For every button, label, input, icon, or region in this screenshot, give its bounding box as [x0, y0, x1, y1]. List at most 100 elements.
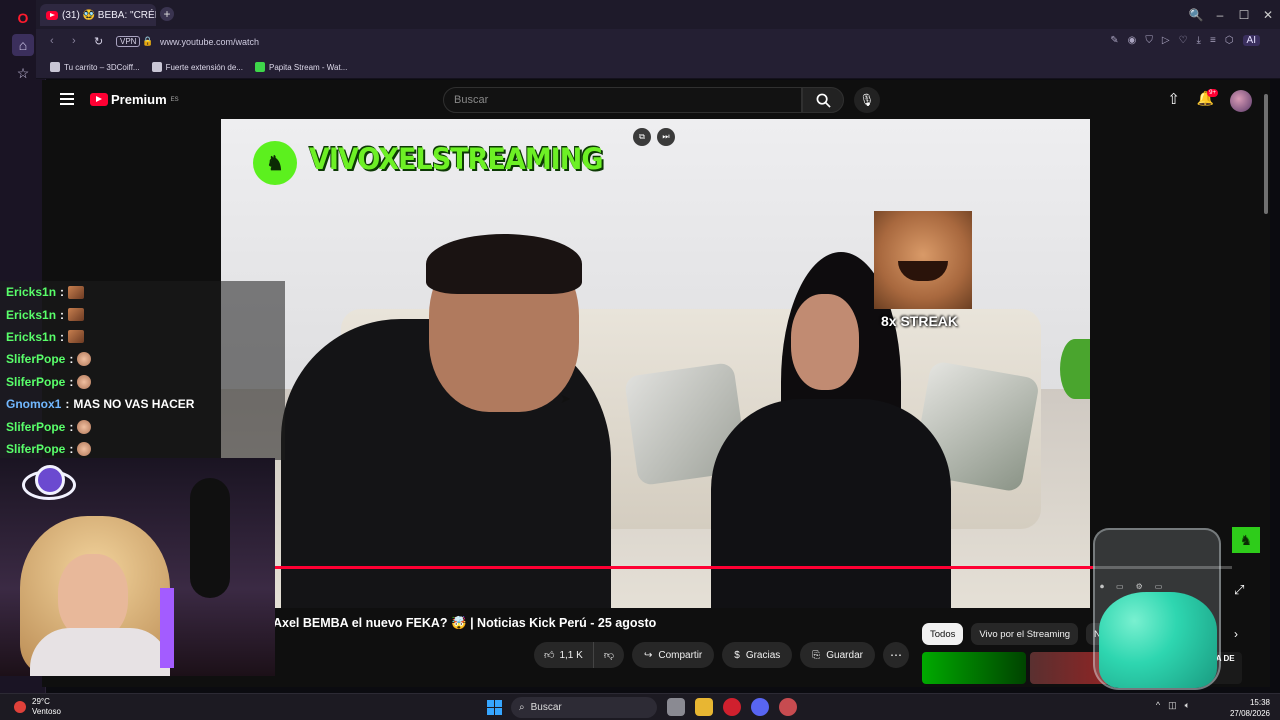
search-button[interactable]	[802, 87, 844, 113]
chip-vivo[interactable]: Vivo por el Streaming	[971, 623, 1079, 645]
upload-icon[interactable]: ⇧	[1167, 90, 1180, 108]
chat-separator: :	[60, 307, 65, 322]
hamburger-menu-icon[interactable]	[60, 93, 74, 105]
tab-youtube[interactable]: (31) 🥸 BEBA: "CRÉEM	[40, 4, 156, 26]
vpn-badge[interactable]: VPN	[116, 36, 141, 47]
download-icon[interactable]: ⤓	[1197, 35, 1201, 46]
chat-username: SliferPope	[6, 419, 66, 434]
chat-message: SliferPope:	[0, 415, 285, 438]
opera-icon[interactable]	[723, 698, 741, 716]
chat-emote-icon	[77, 441, 92, 456]
home-icon[interactable]: ⌂	[12, 34, 34, 56]
chat-username: Ericks1n	[6, 329, 57, 344]
taskbar-apps	[667, 698, 797, 716]
forward-icon[interactable]: ›	[72, 35, 76, 47]
bookmark-item[interactable]: Fuerte extensión de...	[151, 62, 243, 72]
ai-button[interactable]: AI	[1242, 35, 1260, 46]
avatar[interactable]	[1230, 90, 1252, 112]
bookmark-item[interactable]: Papita Stream - Wat...	[254, 62, 347, 72]
jar-fill	[1099, 592, 1217, 688]
like-count: 1,1 K	[559, 649, 583, 661]
heart-icon[interactable]: ♡	[1179, 35, 1188, 46]
close-button[interactable]: ✕	[1256, 8, 1280, 22]
search-tabs-icon[interactable]: 🔍	[1184, 8, 1208, 22]
like-dislike-group: 👍︎ 1,1 K 👎︎	[534, 642, 624, 668]
thumbnail[interactable]	[922, 652, 1026, 684]
chat-username: Ericks1n	[6, 285, 57, 300]
more-options-icon[interactable]: ⋯	[882, 642, 909, 668]
task-view-icon[interactable]	[667, 698, 685, 716]
player-controls: ⏺ ▭ ⚙ ▭	[1100, 582, 1162, 592]
neon-light	[160, 588, 174, 668]
chat-separator: :	[69, 374, 74, 389]
settings-icon[interactable]: ⚙	[1136, 582, 1143, 592]
chat-emote-icon	[77, 352, 92, 367]
chat-message: SliferPope:	[0, 437, 285, 461]
camera-icon[interactable]: ◉	[1128, 35, 1137, 46]
back-icon[interactable]: ‹	[50, 35, 54, 47]
chat-username: SliferPope	[6, 374, 66, 389]
menu-icon[interactable]: ≡	[1210, 35, 1216, 46]
chevron-right-icon[interactable]: ›	[1234, 627, 1238, 641]
youtube-premium-logo[interactable]: Premium ES	[90, 92, 179, 107]
logo-text: Premium	[111, 92, 167, 107]
thanks-label: Gracias	[745, 649, 781, 661]
youtube-header: Premium ES Buscar 🎙 ⇧ 🔔 9+	[42, 80, 1270, 120]
microphone-image	[190, 478, 230, 598]
time: 15:38	[1249, 698, 1270, 707]
fullscreen-icon[interactable]: ⤢	[1234, 582, 1244, 598]
windows-taskbar: 29°C Ventoso ⌕ Buscar ^ ◫ 🔈︎ 15:38 27/08…	[0, 693, 1280, 720]
mouse-cursor-icon: ➤	[560, 391, 571, 406]
thanks-button[interactable]: $ Gracias	[722, 642, 793, 668]
chat-emote-icon	[77, 374, 92, 389]
reload-icon[interactable]: ↻	[94, 35, 103, 48]
video-person	[426, 234, 582, 294]
streamer-person	[30, 628, 170, 676]
scrollbar[interactable]	[1262, 84, 1270, 674]
taskbar-search[interactable]: ⌕ Buscar	[511, 697, 657, 718]
progress-bar[interactable]	[275, 566, 1232, 569]
shield-icon[interactable]: ⛉	[1145, 35, 1153, 46]
chip-todos[interactable]: Todos	[922, 623, 964, 645]
bookmark-item[interactable]: Tu carrito – 3DCoiff...	[50, 62, 140, 72]
chat-emote-icon	[68, 330, 85, 344]
app-icon[interactable]	[779, 698, 797, 716]
subtitles-icon[interactable]: ▭	[1116, 582, 1124, 592]
autoplay-toggle-icon[interactable]: ⏺	[1100, 582, 1104, 592]
theater-icon[interactable]: ▭	[1155, 582, 1163, 592]
maximize-button[interactable]: ☐	[1232, 8, 1256, 22]
extensions-icon[interactable]: ⬡	[1225, 35, 1234, 46]
file-explorer-icon[interactable]	[695, 698, 713, 716]
skip-icon[interactable]: ⏭	[657, 128, 675, 146]
volume-icon[interactable]: 🔈︎	[1185, 700, 1190, 711]
url-field[interactable]: www.youtube.com/watch	[160, 37, 259, 47]
video-player[interactable]: ♞ VIVOXELSTREAMING ⧉ ⏭ 8x STREAK ➤	[221, 119, 1090, 608]
streak-text: 8x STREAK	[881, 313, 959, 329]
dislike-button[interactable]: 👎︎	[594, 642, 624, 668]
minimize-button[interactable]: –	[1208, 8, 1232, 22]
network-icon[interactable]: ◫	[1168, 700, 1177, 711]
chat-separator: :	[65, 397, 70, 412]
share-label: Compartir	[658, 649, 703, 661]
bookmark-icon	[50, 62, 60, 72]
new-tab-button[interactable]: +	[160, 7, 174, 21]
clock[interactable]: 15:38 27/08/2026	[1230, 697, 1270, 719]
star-icon[interactable]: ☆	[12, 62, 34, 84]
miniplayer-icon[interactable]: ⧉	[633, 128, 651, 146]
save-button[interactable]: ⎘ Guardar	[800, 642, 875, 668]
chat-separator: :	[69, 352, 74, 367]
thanks-icon: $	[734, 649, 740, 661]
chat-username: SliferPope	[6, 441, 66, 456]
mic-icon[interactable]: 🎙	[854, 87, 880, 113]
share-button[interactable]: ↪ Compartir	[631, 642, 715, 668]
weather-widget[interactable]: 29°C Ventoso	[14, 697, 61, 717]
windows-start-icon[interactable]	[487, 700, 502, 715]
play-icon[interactable]: ▷	[1162, 35, 1170, 46]
edit-icon[interactable]: ✎	[1110, 35, 1118, 46]
like-button[interactable]: 👍︎ 1,1 K	[544, 642, 594, 668]
discord-icon[interactable]	[751, 698, 769, 716]
opera-logo-icon[interactable]: O	[12, 7, 34, 29]
search-input[interactable]: Buscar	[443, 87, 802, 113]
chevron-up-icon[interactable]: ^	[1156, 700, 1160, 711]
emote-image	[874, 211, 972, 309]
